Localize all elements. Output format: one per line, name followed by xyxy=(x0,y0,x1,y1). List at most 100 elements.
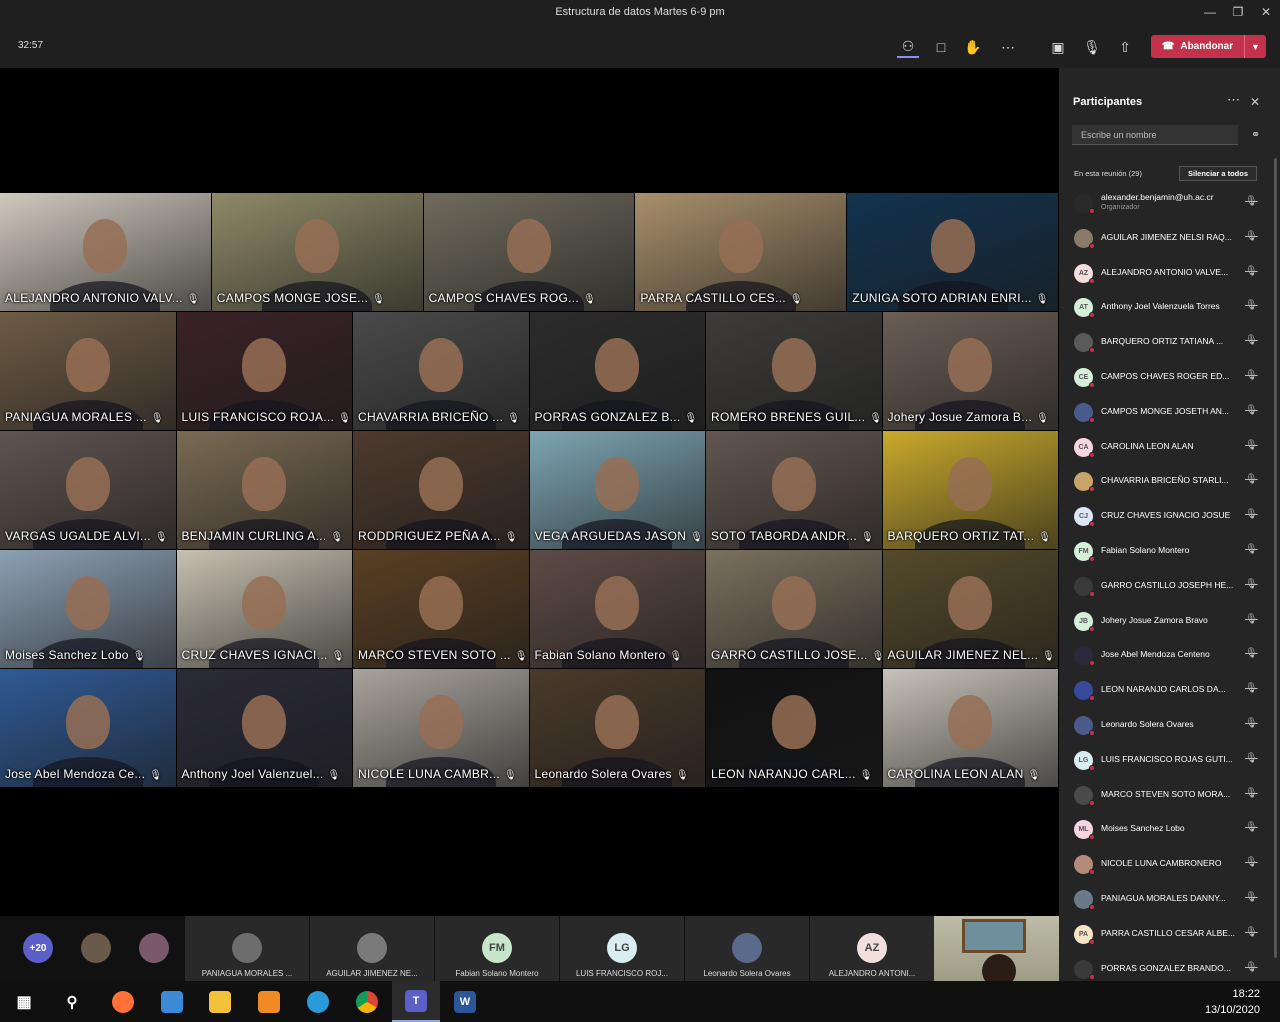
participant-video-tile[interactable]: LEON NARANJO CARL... 🎙︎ xyxy=(706,669,883,787)
participant-video-tile[interactable]: Anthony Joel Valenzuel... 🎙︎ xyxy=(176,669,353,787)
participant-video-tile[interactable]: ALEJANDRO ANTONIO VALV... 🎙︎ xyxy=(0,193,212,311)
mic-muted-icon[interactable]: 🎙︎ xyxy=(1245,614,1258,625)
file-explorer-app[interactable] xyxy=(196,981,244,1022)
mic-muted-icon[interactable]: 🎙︎ xyxy=(1245,648,1258,659)
participant-video-tile[interactable]: ZUNIGA SOTO ADRIAN ENRI... 🎙︎ xyxy=(847,193,1059,311)
mic-muted-icon[interactable]: 🎙︎ xyxy=(1245,927,1258,938)
participant-video-tile[interactable]: LUIS FRANCISCO ROJA... 🎙︎ xyxy=(176,312,353,430)
mic-muted-icon[interactable]: 🎙︎ xyxy=(1245,788,1258,799)
participant-list-item[interactable]: JB Johery Josue Zamora Bravo 🎙︎ xyxy=(1059,604,1272,639)
participant-video-tile[interactable]: PORRAS GONZALEZ B... 🎙︎ xyxy=(529,312,706,430)
restore-icon[interactable]: ❐ xyxy=(1224,0,1252,24)
chat-icon[interactable]: □ xyxy=(930,36,952,58)
mic-muted-icon[interactable]: 🎙︎ xyxy=(1245,370,1258,381)
participant-video-tile[interactable]: ROMERO BRENES GUIL... 🎙︎ xyxy=(706,312,883,430)
participant-video-tile[interactable]: SOTO TABORDA ANDR... 🎙︎ xyxy=(706,431,883,549)
mic-muted-icon[interactable]: 🎙︎ xyxy=(1245,579,1258,590)
computer-app[interactable] xyxy=(148,981,196,1022)
minimize-icon[interactable]: — xyxy=(1196,0,1224,24)
share-invite-icon[interactable]: ⚭ xyxy=(1251,128,1260,141)
participant-video-tile[interactable]: CAMPOS MONGE JOSE... 🎙︎ xyxy=(211,193,424,311)
participant-video-tile[interactable]: RODDRIGUEZ PEÑA A... 🎙︎ xyxy=(353,431,530,549)
overflow-participants-badge[interactable]: +20 xyxy=(23,933,53,963)
participant-video-tile[interactable]: Leonardo Solera Ovares 🎙︎ xyxy=(529,669,706,787)
start-button[interactable]: ▦ xyxy=(0,981,48,1022)
participant-video-tile[interactable]: PANIAGUA MORALES ... 🎙︎ xyxy=(0,312,177,430)
mic-muted-icon[interactable]: 🎙︎ xyxy=(1245,857,1258,868)
mic-muted-icon[interactable]: 🎙︎ xyxy=(1245,822,1258,833)
participant-video-tile[interactable]: MARCO STEVEN SOTO ... 🎙︎ xyxy=(353,550,530,668)
strip-participant-thumbnail[interactable]: AZ ALEJANDRO ANTONI... xyxy=(810,916,934,981)
camera-icon[interactable]: ▣ xyxy=(1047,36,1069,58)
participant-list-scrollbar[interactable] xyxy=(1274,158,1277,958)
participant-video-tile[interactable]: CAROLINA LEON ALAN 🎙︎ xyxy=(882,669,1059,787)
participant-list-item[interactable]: PANIAGUA MORALES DANNY... 🎙︎ xyxy=(1059,882,1272,917)
close-window-icon[interactable]: ✕ xyxy=(1252,0,1280,24)
mic-muted-icon[interactable]: 🎙︎ xyxy=(1245,474,1258,485)
participant-list-item[interactable]: alexander.benjamin@uh.ac.cr Organizador 🎙︎ xyxy=(1059,186,1272,221)
mic-muted-icon[interactable]: 🎙︎ xyxy=(1245,962,1258,973)
mic-muted-icon[interactable]: 🎙︎ xyxy=(1245,509,1258,520)
panel-close-icon[interactable]: ✕ xyxy=(1250,95,1260,109)
participant-list-item[interactable]: PA PARRA CASTILLO CESAR ALBE... 🎙︎ xyxy=(1059,917,1272,952)
participant-list-item[interactable]: CJ CRUZ CHAVES IGNACIO JOSUE 🎙︎ xyxy=(1059,499,1272,534)
strip-participant-thumbnail[interactable]: AGUILAR JIMENEZ NE... xyxy=(310,916,434,981)
participant-list-item[interactable]: FM Fabian Solano Montero 🎙︎ xyxy=(1059,534,1272,569)
mic-muted-icon[interactable]: 🎙︎ xyxy=(1245,335,1258,346)
participant-list-item[interactable]: CE CAMPOS CHAVES ROGER ED... 🎙︎ xyxy=(1059,360,1272,395)
mute-all-button[interactable]: Silenciar a todos xyxy=(1179,166,1257,181)
participant-list-item[interactable]: MARCO STEVEN SOTO MORA... 🎙︎ xyxy=(1059,778,1272,813)
participants-icon[interactable]: ⚇ xyxy=(897,36,919,58)
mic-muted-icon[interactable]: 🎙︎ xyxy=(1245,683,1258,694)
participant-video-tile[interactable]: CRUZ CHAVES IGNACI... 🎙︎ xyxy=(176,550,353,668)
strip-participant-thumbnail[interactable]: Leonardo Solera Ovares xyxy=(685,916,809,981)
share-screen-icon[interactable]: ⇧ xyxy=(1114,36,1136,58)
mic-muted-icon[interactable]: 🎙︎ xyxy=(1245,440,1258,451)
participant-video-tile[interactable]: CAMPOS CHAVES ROG... 🎙︎ xyxy=(423,193,636,311)
chrome-app[interactable] xyxy=(343,981,391,1022)
participant-video-tile[interactable]: BARQUERO ORTIZ TAT... 🎙︎ xyxy=(882,431,1059,549)
participant-list-item[interactable]: Jose Abel Mendoza Centeno 🎙︎ xyxy=(1059,638,1272,673)
participant-video-tile[interactable]: VEGA ARGUEDAS JASON 🎙︎ xyxy=(529,431,706,549)
participant-video-tile[interactable]: AGUILAR JIMENEZ NEL... 🎙︎ xyxy=(882,550,1059,668)
mic-off-icon[interactable]: 🎙 xyxy=(1081,36,1103,58)
chevron-down-icon[interactable]: ▼ xyxy=(1244,35,1266,58)
strip-participant-thumbnail[interactable]: FM Fabian Solano Montero xyxy=(435,916,559,981)
participant-list-item[interactable]: AT Anthony Joel Valenzuela Torres 🎙︎ xyxy=(1059,290,1272,325)
participant-video-tile[interactable]: PARRA CASTILLO CES... 🎙︎ xyxy=(635,193,848,311)
word-app[interactable]: W xyxy=(441,981,489,1022)
participant-search-input[interactable] xyxy=(1072,125,1238,145)
strip-participant-thumbnail[interactable]: LG LUIS FRANCISCO ROJ... xyxy=(560,916,684,981)
system-clock[interactable]: 18:22 13/10/2020 xyxy=(1205,986,1260,1018)
mic-muted-icon[interactable]: 🎙︎ xyxy=(1245,405,1258,416)
participant-list-item[interactable]: AZ ALEJANDRO ANTONIO VALVE... 🎙︎ xyxy=(1059,256,1272,291)
participant-video-tile[interactable]: NICOLE LUNA CAMBR... 🎙︎ xyxy=(353,669,530,787)
mic-muted-icon[interactable]: 🎙︎ xyxy=(1245,300,1258,311)
participant-video-tile[interactable]: GARRO CASTILLO JOSE... 🎙︎ xyxy=(706,550,883,668)
firefox-app[interactable] xyxy=(99,981,147,1022)
edge-app[interactable] xyxy=(294,981,342,1022)
participant-list-item[interactable]: ML Moises Sanchez Lobo 🎙︎ xyxy=(1059,812,1272,847)
raise-hand-icon[interactable]: ✋ xyxy=(962,36,984,58)
participant-list-item[interactable]: BARQUERO ORTIZ TATIANA ... 🎙︎ xyxy=(1059,325,1272,360)
mic-muted-icon[interactable]: 🎙︎ xyxy=(1245,892,1258,903)
participant-list-item[interactable]: CHAVARRIA BRICEÑO STARLI... 🎙︎ xyxy=(1059,464,1272,499)
participant-list-item[interactable]: GARRO CASTILLO JOSEPH HE... 🎙︎ xyxy=(1059,569,1272,604)
mic-muted-icon[interactable]: 🎙︎ xyxy=(1245,544,1258,555)
participant-video-tile[interactable]: Johery Josue Zamora B... 🎙︎ xyxy=(882,312,1059,430)
participant-avatar[interactable] xyxy=(139,933,169,963)
participant-list-item[interactable]: AGUILAR JIMENEZ NELSI RAQ... 🎙︎ xyxy=(1059,221,1272,256)
more-actions-icon[interactable]: ⋯ xyxy=(997,36,1019,58)
strip-participant-thumbnail[interactable]: PANIAGUA MORALES ... xyxy=(185,916,309,981)
participant-video-tile[interactable]: Moises Sanchez Lobo 🎙︎ xyxy=(0,550,177,668)
participant-list-item[interactable]: CAMPOS MONGE JOSETH AN... 🎙︎ xyxy=(1059,395,1272,430)
mic-muted-icon[interactable]: 🎙︎ xyxy=(1245,266,1258,277)
participant-video-tile[interactable]: CHAVARRIA BRICEÑO ... 🎙︎ xyxy=(353,312,530,430)
cube-app[interactable] xyxy=(245,981,293,1022)
participant-list-item[interactable]: LEON NARANJO CARLOS DA... 🎙︎ xyxy=(1059,673,1272,708)
participant-list-item[interactable]: LG LUIS FRANCISCO ROJAS GUTI... 🎙︎ xyxy=(1059,743,1272,778)
search-button[interactable]: ⚲ xyxy=(48,981,96,1022)
participant-video-tile[interactable]: VARGAS UGALDE ALVI... 🎙︎ xyxy=(0,431,177,549)
participant-list-item[interactable]: NICOLE LUNA CAMBRONERO 🎙︎ xyxy=(1059,847,1272,882)
teams-app[interactable]: T xyxy=(392,981,440,1022)
